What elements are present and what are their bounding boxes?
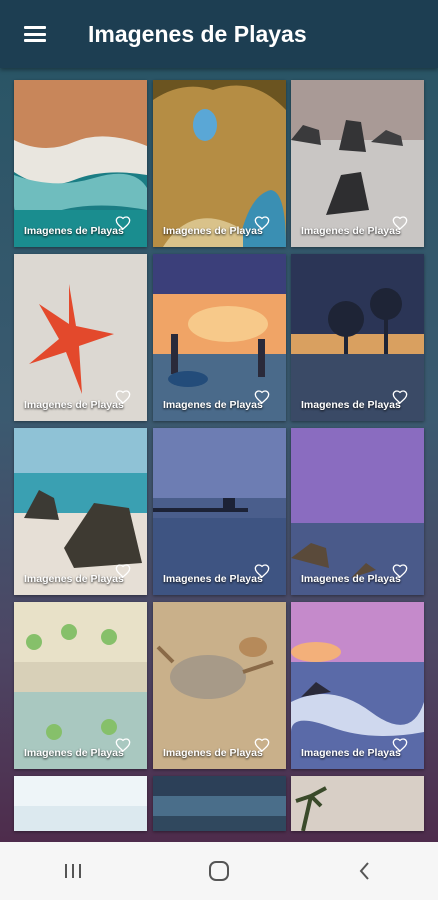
back-icon [359,862,369,880]
gallery-item[interactable]: Imagenes de Playas [153,254,286,421]
gallery-item[interactable] [153,776,286,831]
favorite-heart-icon[interactable] [115,563,131,579]
gallery-item-caption: Imagenes de Playas [301,399,401,411]
gallery-item[interactable]: Imagenes de Playas [14,602,147,769]
gallery-item-caption: Imagenes de Playas [301,747,401,759]
favorite-heart-icon[interactable] [392,563,408,579]
gallery-item[interactable] [14,776,147,831]
gallery-item-caption: Imagenes de Playas [24,573,124,585]
gallery-item-caption: Imagenes de Playas [24,747,124,759]
gallery-item-caption: Imagenes de Playas [163,399,263,411]
favorite-heart-icon[interactable] [115,215,131,231]
gallery-item[interactable]: Imagenes de Playas [14,80,147,247]
gallery-item-caption: Imagenes de Playas [163,573,263,585]
gallery-item-caption: Imagenes de Playas [163,225,263,237]
gallery-item[interactable]: Imagenes de Playas [14,254,147,421]
hamburger-menu-icon [24,26,46,42]
page-title: Imagenes de Playas [88,20,307,47]
gallery-item[interactable]: Imagenes de Playas [291,254,424,421]
beach-photo [14,776,147,831]
favorite-heart-icon[interactable] [392,215,408,231]
gallery-item-caption: Imagenes de Playas [24,399,124,411]
beach-photo [291,776,424,831]
gallery-item[interactable]: Imagenes de Playas [14,428,147,595]
menu-button[interactable] [0,0,70,68]
favorite-heart-icon[interactable] [115,389,131,405]
beach-photo [153,776,286,831]
gallery-item[interactable]: Imagenes de Playas [153,602,286,769]
favorite-heart-icon[interactable] [254,389,270,405]
system-navigation-bar [0,842,438,900]
gallery-item-caption: Imagenes de Playas [163,747,263,759]
home-icon [209,861,229,881]
image-gallery[interactable]: Imagenes de Playas Imagenes de Playas Imag… [0,68,438,842]
recents-button[interactable] [43,842,103,900]
favorite-heart-icon[interactable] [392,737,408,753]
gallery-item-caption: Imagenes de Playas [301,573,401,585]
gallery-item[interactable] [291,776,424,831]
favorite-heart-icon[interactable] [115,737,131,753]
back-button[interactable] [335,842,395,900]
favorite-heart-icon[interactable] [254,215,270,231]
gallery-item[interactable]: Imagenes de Playas [153,80,286,247]
gallery-item-caption: Imagenes de Playas [24,225,124,237]
home-button[interactable] [189,842,249,900]
gallery-item[interactable]: Imagenes de Playas [291,80,424,247]
app-bar: Imagenes de Playas [0,0,438,68]
favorite-heart-icon[interactable] [254,563,270,579]
favorite-heart-icon[interactable] [254,737,270,753]
recents-icon [65,864,81,878]
favorite-heart-icon[interactable] [392,389,408,405]
gallery-item-caption: Imagenes de Playas [301,225,401,237]
gallery-item[interactable]: Imagenes de Playas [291,428,424,595]
gallery-item[interactable]: Imagenes de Playas [291,602,424,769]
gallery-item[interactable]: Imagenes de Playas [153,428,286,595]
